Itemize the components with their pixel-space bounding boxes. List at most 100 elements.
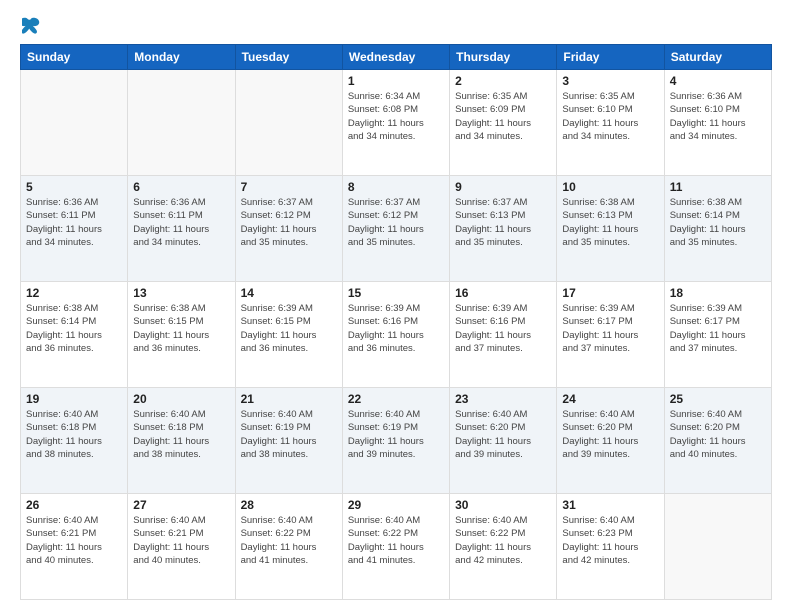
calendar-day-cell: 11 Sunrise: 6:38 AM Sunset: 6:14 PM Dayli…: [664, 176, 771, 282]
day-number: 4: [670, 74, 766, 88]
calendar-day-cell: 29 Sunrise: 6:40 AM Sunset: 6:22 PM Dayli…: [342, 494, 449, 600]
calendar-header-row: SundayMondayTuesdayWednesdayThursdayFrid…: [21, 45, 772, 70]
calendar-day-cell: 30 Sunrise: 6:40 AM Sunset: 6:22 PM Dayli…: [450, 494, 557, 600]
day-number: 24: [562, 392, 658, 406]
day-number: 17: [562, 286, 658, 300]
calendar-table: SundayMondayTuesdayWednesdayThursdayFrid…: [20, 44, 772, 600]
logo: [20, 16, 40, 34]
day-number: 20: [133, 392, 229, 406]
calendar-day-cell: 10 Sunrise: 6:38 AM Sunset: 6:13 PM Dayli…: [557, 176, 664, 282]
calendar-day-cell: 8 Sunrise: 6:37 AM Sunset: 6:12 PM Daylig…: [342, 176, 449, 282]
day-info: Sunrise: 6:39 AM Sunset: 6:17 PM Dayligh…: [670, 302, 766, 355]
calendar-day-cell: 20 Sunrise: 6:40 AM Sunset: 6:18 PM Dayli…: [128, 388, 235, 494]
calendar-week-row: 19Sunrise: 6:40 AM Sunset: 6:18 PM Dayli…: [21, 388, 772, 494]
day-number: 13: [133, 286, 229, 300]
day-info: Sunrise: 6:37 AM Sunset: 6:12 PM Dayligh…: [348, 196, 444, 249]
day-info: Sunrise: 6:36 AM Sunset: 6:10 PM Dayligh…: [670, 90, 766, 143]
day-info: Sunrise: 6:34 AM Sunset: 6:08 PM Dayligh…: [348, 90, 444, 143]
day-info: Sunrise: 6:39 AM Sunset: 6:17 PM Dayligh…: [562, 302, 658, 355]
day-number: 29: [348, 498, 444, 512]
calendar-day-cell: [21, 70, 128, 176]
calendar-header-monday: Monday: [128, 45, 235, 70]
calendar-day-cell: [664, 494, 771, 600]
day-number: 21: [241, 392, 337, 406]
calendar-day-cell: 1Sunrise: 6:34 AM Sunset: 6:08 PM Daylig…: [342, 70, 449, 176]
calendar-day-cell: 18Sunrise: 6:39 AM Sunset: 6:17 PM Dayli…: [664, 282, 771, 388]
day-number: 30: [455, 498, 551, 512]
day-number: 16: [455, 286, 551, 300]
calendar-day-cell: 7 Sunrise: 6:37 AM Sunset: 6:12 PM Daylig…: [235, 176, 342, 282]
day-number: 12: [26, 286, 122, 300]
day-info: Sunrise: 6:40 AM Sunset: 6:19 PM Dayligh…: [241, 408, 337, 461]
day-info: Sunrise: 6:40 AM Sunset: 6:22 PM Dayligh…: [455, 514, 551, 567]
day-number: 31: [562, 498, 658, 512]
page: SundayMondayTuesdayWednesdayThursdayFrid…: [0, 0, 792, 612]
calendar-day-cell: 24Sunrise: 6:40 AM Sunset: 6:20 PM Dayli…: [557, 388, 664, 494]
calendar-day-cell: [128, 70, 235, 176]
day-info: Sunrise: 6:38 AM Sunset: 6:14 PM Dayligh…: [670, 196, 766, 249]
calendar-day-cell: 16 Sunrise: 6:39 AM Sunset: 6:16 PM Dayli…: [450, 282, 557, 388]
day-info: Sunrise: 6:40 AM Sunset: 6:21 PM Dayligh…: [26, 514, 122, 567]
day-number: 11: [670, 180, 766, 194]
day-number: 8: [348, 180, 444, 194]
logo-bird-icon: [22, 16, 40, 34]
day-info: Sunrise: 6:37 AM Sunset: 6:13 PM Dayligh…: [455, 196, 551, 249]
day-number: 27: [133, 498, 229, 512]
calendar-day-cell: 25 Sunrise: 6:40 AM Sunset: 6:20 PM Dayli…: [664, 388, 771, 494]
day-info: Sunrise: 6:39 AM Sunset: 6:15 PM Dayligh…: [241, 302, 337, 355]
day-info: Sunrise: 6:36 AM Sunset: 6:11 PM Dayligh…: [26, 196, 122, 249]
day-info: Sunrise: 6:40 AM Sunset: 6:19 PM Dayligh…: [348, 408, 444, 461]
day-info: Sunrise: 6:40 AM Sunset: 6:20 PM Dayligh…: [670, 408, 766, 461]
calendar-week-row: 1Sunrise: 6:34 AM Sunset: 6:08 PM Daylig…: [21, 70, 772, 176]
day-number: 7: [241, 180, 337, 194]
day-info: Sunrise: 6:36 AM Sunset: 6:11 PM Dayligh…: [133, 196, 229, 249]
day-number: 2: [455, 74, 551, 88]
calendar-header-sunday: Sunday: [21, 45, 128, 70]
calendar-day-cell: 23 Sunrise: 6:40 AM Sunset: 6:20 PM Dayli…: [450, 388, 557, 494]
day-number: 25: [670, 392, 766, 406]
calendar-day-cell: 3Sunrise: 6:35 AM Sunset: 6:10 PM Daylig…: [557, 70, 664, 176]
day-info: Sunrise: 6:40 AM Sunset: 6:18 PM Dayligh…: [133, 408, 229, 461]
day-info: Sunrise: 6:40 AM Sunset: 6:21 PM Dayligh…: [133, 514, 229, 567]
calendar-week-row: 26 Sunrise: 6:40 AM Sunset: 6:21 PM Dayli…: [21, 494, 772, 600]
day-info: Sunrise: 6:40 AM Sunset: 6:23 PM Dayligh…: [562, 514, 658, 567]
day-info: Sunrise: 6:39 AM Sunset: 6:16 PM Dayligh…: [455, 302, 551, 355]
day-info: Sunrise: 6:38 AM Sunset: 6:13 PM Dayligh…: [562, 196, 658, 249]
day-number: 6: [133, 180, 229, 194]
header: [20, 16, 772, 34]
day-number: 22: [348, 392, 444, 406]
calendar-header-tuesday: Tuesday: [235, 45, 342, 70]
calendar-week-row: 12 Sunrise: 6:38 AM Sunset: 6:14 PM Dayli…: [21, 282, 772, 388]
calendar-day-cell: 15Sunrise: 6:39 AM Sunset: 6:16 PM Dayli…: [342, 282, 449, 388]
day-info: Sunrise: 6:38 AM Sunset: 6:15 PM Dayligh…: [133, 302, 229, 355]
calendar-header-thursday: Thursday: [450, 45, 557, 70]
calendar-day-cell: 12 Sunrise: 6:38 AM Sunset: 6:14 PM Dayli…: [21, 282, 128, 388]
calendar-day-cell: 26 Sunrise: 6:40 AM Sunset: 6:21 PM Dayli…: [21, 494, 128, 600]
calendar-day-cell: 13 Sunrise: 6:38 AM Sunset: 6:15 PM Dayli…: [128, 282, 235, 388]
day-info: Sunrise: 6:38 AM Sunset: 6:14 PM Dayligh…: [26, 302, 122, 355]
day-number: 28: [241, 498, 337, 512]
calendar-day-cell: 4 Sunrise: 6:36 AM Sunset: 6:10 PM Daylig…: [664, 70, 771, 176]
day-info: Sunrise: 6:37 AM Sunset: 6:12 PM Dayligh…: [241, 196, 337, 249]
calendar-day-cell: 14 Sunrise: 6:39 AM Sunset: 6:15 PM Dayli…: [235, 282, 342, 388]
day-number: 14: [241, 286, 337, 300]
calendar-day-cell: 6 Sunrise: 6:36 AM Sunset: 6:11 PM Daylig…: [128, 176, 235, 282]
day-info: Sunrise: 6:35 AM Sunset: 6:09 PM Dayligh…: [455, 90, 551, 143]
calendar-day-cell: 19Sunrise: 6:40 AM Sunset: 6:18 PM Dayli…: [21, 388, 128, 494]
day-info: Sunrise: 6:40 AM Sunset: 6:20 PM Dayligh…: [455, 408, 551, 461]
day-number: 23: [455, 392, 551, 406]
day-number: 26: [26, 498, 122, 512]
calendar-day-cell: 2 Sunrise: 6:35 AM Sunset: 6:09 PM Daylig…: [450, 70, 557, 176]
calendar-day-cell: 27 Sunrise: 6:40 AM Sunset: 6:21 PM Dayli…: [128, 494, 235, 600]
day-info: Sunrise: 6:40 AM Sunset: 6:22 PM Dayligh…: [241, 514, 337, 567]
calendar-header-wednesday: Wednesday: [342, 45, 449, 70]
day-info: Sunrise: 6:40 AM Sunset: 6:22 PM Dayligh…: [348, 514, 444, 567]
calendar-day-cell: 17 Sunrise: 6:39 AM Sunset: 6:17 PM Dayli…: [557, 282, 664, 388]
calendar-week-row: 5Sunrise: 6:36 AM Sunset: 6:11 PM Daylig…: [21, 176, 772, 282]
calendar-day-cell: 5Sunrise: 6:36 AM Sunset: 6:11 PM Daylig…: [21, 176, 128, 282]
day-number: 3: [562, 74, 658, 88]
calendar-day-cell: [235, 70, 342, 176]
calendar-day-cell: 28 Sunrise: 6:40 AM Sunset: 6:22 PM Dayli…: [235, 494, 342, 600]
day-number: 10: [562, 180, 658, 194]
day-info: Sunrise: 6:40 AM Sunset: 6:18 PM Dayligh…: [26, 408, 122, 461]
